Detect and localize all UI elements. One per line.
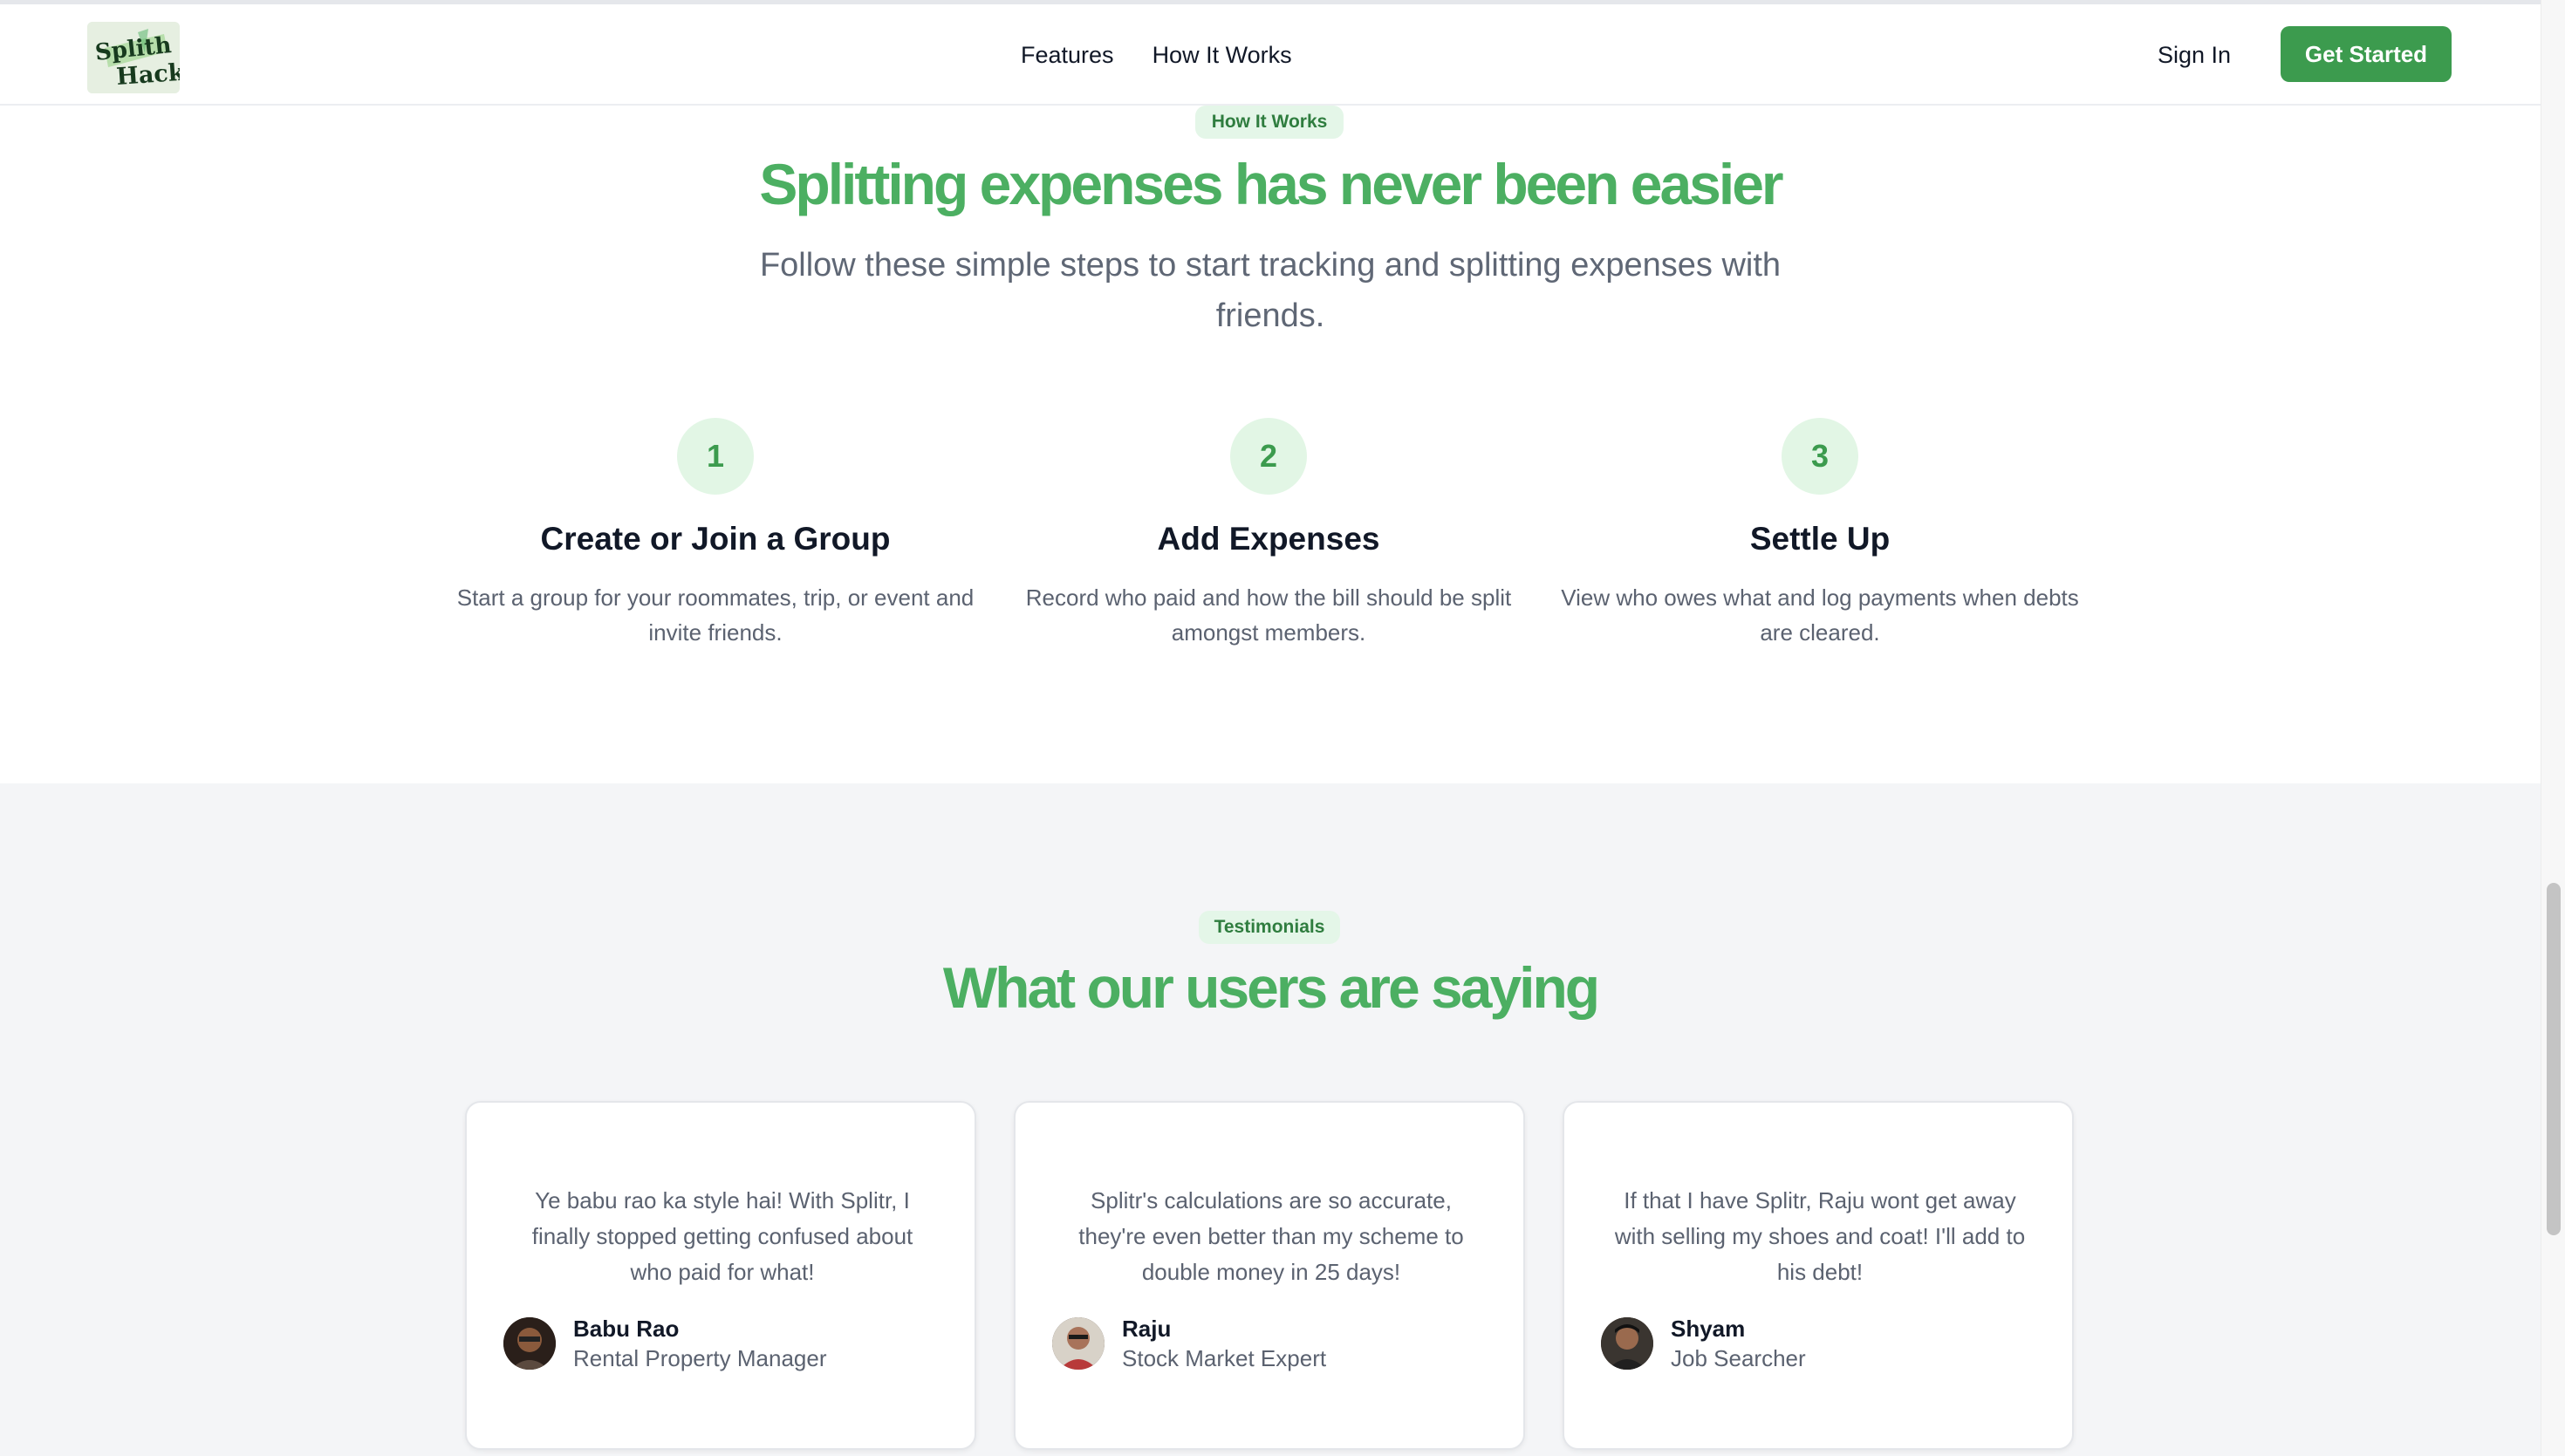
testimonial-card-1: Ye babu rao ka style hai! With Splitr, I… [465,1101,976,1450]
navbar: Splith Hack Features How It Works Sign I… [0,4,2541,106]
step-description: View who owes what and log payments when… [1561,584,2079,646]
how-it-works-section: How It Works Splitting expenses has neve… [0,106,2541,783]
page-scrollbar[interactable] [2541,0,2565,1456]
nav-link-features[interactable]: Features [1021,42,1114,69]
step-card-1: 1 Create or Join a Group Start a group f… [454,418,977,650]
how-it-works-subtitle: Follow these simple steps to start track… [759,247,1782,334]
author-info: Raju Stock Market Expert [1122,1314,1326,1373]
get-started-button[interactable]: Get Started [2281,26,2452,82]
step-description: Start a group for your roommates, trip, … [456,584,975,646]
author-role: Rental Property Manager [573,1345,827,1371]
testimonial-quote: Splitr's calculations are so accurate, t… [1078,1187,1464,1285]
step-card-2: 2 Add Expenses Record who paid and how t… [1007,418,1530,650]
testimonials-badge: Testimonials [1199,911,1340,944]
step-card-3: 3 Settle Up View who owes what and log p… [1558,418,2082,650]
testimonial-card-3: If that I have Splitr, Raju wont get awa… [1563,1101,2074,1450]
how-it-works-heading: Splitting expenses has never been easier [759,152,1783,216]
testimonial-quote: Ye babu rao ka style hai! With Splitr, I… [531,1187,913,1285]
author-info: Babu Rao Rental Property Manager [573,1314,826,1373]
avatar [503,1317,556,1370]
scrollbar-thumb[interactable] [2547,883,2561,1235]
step-title: Settle Up [1749,521,1891,557]
author-role: Job Searcher [1671,1345,1806,1371]
svg-text:Hack: Hack [115,59,180,91]
avatar [1052,1317,1105,1370]
step-title: Create or Join a Group [540,521,891,557]
step-number-badge: 2 [1230,418,1307,495]
avatar [1601,1317,1653,1370]
author-name: Raju [1122,1316,1172,1342]
splith-hack-logo[interactable]: Splith Hack [87,22,180,93]
testimonials-heading: What our users are saying [942,955,1600,1020]
nav-links: Features How It Works [1021,4,1292,106]
step-description: Record who paid and how the bill should … [1025,584,1512,646]
nav-link-how-it-works[interactable]: How It Works [1153,42,1292,69]
testimonial-quote: If that I have Splitr, Raju wont get awa… [1614,1187,2026,1285]
testimonials-section: Testimonials What our users are saying Y… [0,783,2541,1456]
author-name: Shyam [1671,1316,1746,1342]
sign-in-link[interactable]: Sign In [2158,4,2231,106]
step-number-badge: 1 [677,418,754,495]
step-number-badge: 3 [1782,418,1858,495]
testimonial-author: Shyam Job Searcher [1601,1314,1806,1373]
testimonial-card-2: Splitr's calculations are so accurate, t… [1014,1101,1525,1450]
author-role: Stock Market Expert [1122,1345,1327,1371]
how-it-works-badge: How It Works [1195,106,1344,139]
author-name: Babu Rao [573,1316,680,1342]
step-title: Add Expenses [1157,521,1380,557]
testimonial-author: Babu Rao Rental Property Manager [503,1314,826,1373]
testimonial-author: Raju Stock Market Expert [1052,1314,1326,1373]
author-info: Shyam Job Searcher [1671,1314,1806,1373]
